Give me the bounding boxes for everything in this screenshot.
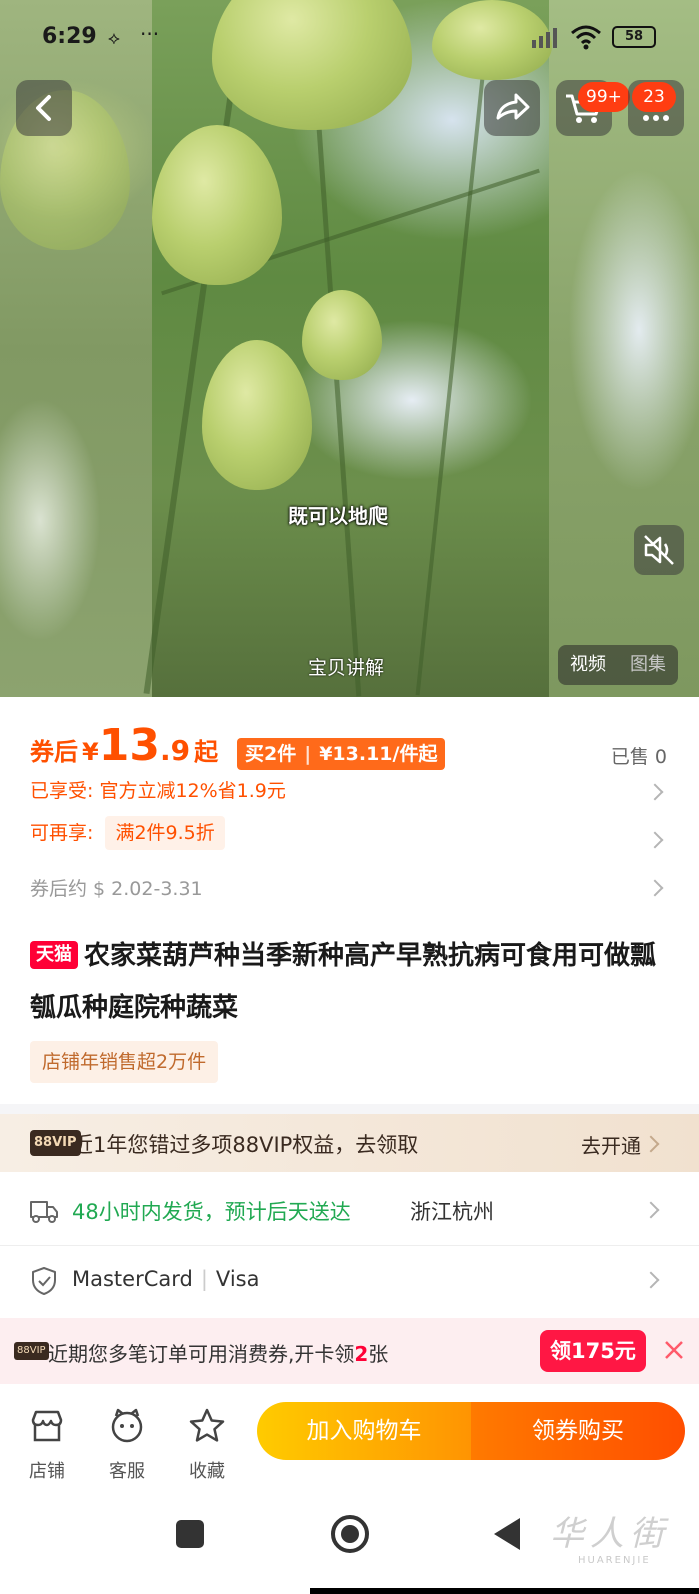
- price: 券后 ¥ 13 .9 起: [30, 720, 218, 780]
- vip-logo-small-icon: 88VIP: [14, 1342, 49, 1360]
- shipping-text: 48小时内发货，预计后天送达: [72, 1200, 351, 1224]
- vip-benefits-row[interactable]: 88VIP 近1年您错过多项88VIP权益，去领取 去开通: [0, 1114, 699, 1172]
- tmall-badge: 天猫: [30, 941, 78, 969]
- discount-more-tag: 满2件9.5折: [105, 816, 225, 850]
- multi-buy-qty: 买2件: [245, 743, 297, 765]
- coupon-promo-banner: 88VIP 近期您多笔订单可用消费券,开卡领2张 领175元: [0, 1318, 699, 1384]
- battery-level: 58: [624, 29, 644, 44]
- bottom-action-bar: 店铺 客服 收藏 加入购物车 领券购买: [0, 1386, 699, 1496]
- gesture-bar: [310, 1588, 699, 1594]
- converted-price-row[interactable]: 券后约 $ 2.02-3.31: [30, 874, 203, 901]
- store-sales-tag: 店铺年销售超2万件: [30, 1041, 219, 1083]
- payment-mastercard: MasterCard: [72, 1267, 193, 1291]
- chevron-right-icon: [642, 1271, 660, 1289]
- signal-icon: ⟡: [108, 28, 120, 49]
- buy-with-coupon-button[interactable]: 领券购买: [471, 1402, 685, 1460]
- system-nav-bar: 华人街 HUARENJIE: [0, 1496, 699, 1594]
- tag-divider: |: [304, 743, 312, 765]
- product-title: 天猫 农家菜葫芦种当季新种高产早熟抗病可食用可做瓢瓠瓜种庭院种蔬菜: [30, 930, 670, 1034]
- status-time: 6:29: [42, 24, 97, 49]
- service-chat-icon: [111, 1408, 143, 1443]
- shield-icon: [32, 1267, 56, 1295]
- discount-more-row[interactable]: 可再享: 满2件9.5折: [30, 816, 225, 850]
- discount-enjoyed-row[interactable]: 已享受: 官方立减12%省1.9元: [30, 776, 286, 803]
- price-prefix: 券后: [30, 738, 78, 766]
- video-subtitle: 既可以地爬: [288, 504, 388, 528]
- sold-count: 已售 0: [610, 746, 667, 768]
- home-button[interactable]: [331, 1515, 369, 1553]
- chevron-right-icon: [646, 783, 664, 801]
- tab-gallery[interactable]: 图集: [618, 645, 678, 685]
- chevron-right-icon: [642, 1201, 660, 1219]
- back-button[interactable]: [16, 80, 72, 136]
- watermark-logo: 华人街 HUARENJIE: [550, 1506, 690, 1586]
- customer-service-button[interactable]: 客服: [97, 1406, 157, 1483]
- cart-count-badge: 99+: [578, 82, 630, 112]
- promo-text: 近期您多笔订单可用消费券,开卡领2张: [48, 1342, 389, 1366]
- multi-buy-tag[interactable]: 买2件 | ¥13.11/件起: [237, 738, 446, 770]
- item-explain-label[interactable]: 宝贝讲解: [308, 653, 384, 680]
- battery-icon: 58: [612, 26, 656, 48]
- mute-button[interactable]: [634, 525, 684, 575]
- watermark-en: HUARENJIE: [578, 1555, 651, 1566]
- share-icon: [496, 93, 530, 120]
- price-integer: 13: [98, 720, 160, 771]
- share-button[interactable]: [484, 80, 540, 136]
- tab-video[interactable]: 视频: [558, 645, 618, 685]
- converted-price-text: 券后约 $ 2.02-3.31: [30, 878, 203, 900]
- multi-buy-price: ¥13.11/件起: [319, 743, 438, 765]
- price-decimal: .9: [159, 734, 191, 767]
- payment-methods: MasterCard | Visa: [72, 1267, 260, 1291]
- section-divider: [0, 1104, 699, 1114]
- media-tabs: 视频 图集: [558, 645, 678, 685]
- vip-benefits-text: 近1年您错过多项88VIP权益，去领取: [72, 1133, 419, 1157]
- shipping-row[interactable]: 48小时内发货，预计后天送达 浙江杭州: [0, 1176, 699, 1246]
- favorite-button[interactable]: 收藏: [177, 1406, 237, 1483]
- service-label: 客服: [109, 1461, 145, 1482]
- chevron-left-icon: [36, 95, 51, 121]
- price-suffix: 起: [194, 738, 219, 766]
- recent-apps-button[interactable]: [176, 1520, 204, 1548]
- delivery-truck-icon: [30, 1201, 58, 1223]
- cell-signal-icon: [532, 28, 557, 48]
- back-nav-button[interactable]: [494, 1518, 520, 1550]
- price-currency: ¥: [82, 738, 99, 766]
- purchase-buttons: 加入购物车 领券购买: [257, 1402, 685, 1460]
- store-button[interactable]: 店铺: [17, 1406, 77, 1483]
- favorite-label: 收藏: [189, 1461, 225, 1482]
- chevron-right-icon: [642, 1135, 660, 1153]
- claim-coupon-button[interactable]: 领175元: [540, 1330, 646, 1372]
- add-to-cart-button[interactable]: 加入购物车: [257, 1402, 471, 1460]
- vip-open-link[interactable]: 去开通: [581, 1130, 641, 1159]
- close-icon[interactable]: [660, 1336, 688, 1364]
- payment-methods-row[interactable]: MasterCard | Visa: [0, 1248, 699, 1314]
- payment-visa: Visa: [215, 1267, 260, 1291]
- chevron-right-icon: [646, 879, 664, 897]
- wifi-icon: [571, 25, 601, 50]
- more-notifications-icon: ···: [140, 22, 160, 46]
- message-count-badge: 23: [632, 82, 676, 112]
- store-icon: [31, 1410, 63, 1442]
- store-label: 店铺: [29, 1461, 65, 1482]
- speaker-muted-icon: [644, 535, 674, 565]
- discount-more-label: 可再享:: [30, 822, 94, 844]
- star-icon: [189, 1408, 225, 1442]
- watermark-zh: 华人街: [550, 1514, 670, 1554]
- product-title-text: 农家菜葫芦种当季新种高产早熟抗病可食用可做瓢瓠瓜种庭院种蔬菜: [30, 941, 657, 1023]
- discount-enjoyed-text: 已享受: 官方立减12%省1.9元: [30, 780, 286, 802]
- ship-from-location: 浙江杭州: [410, 1200, 494, 1224]
- status-bar: 6:29 ⟡ ··· 58: [0, 0, 699, 75]
- chevron-right-icon: [646, 831, 664, 849]
